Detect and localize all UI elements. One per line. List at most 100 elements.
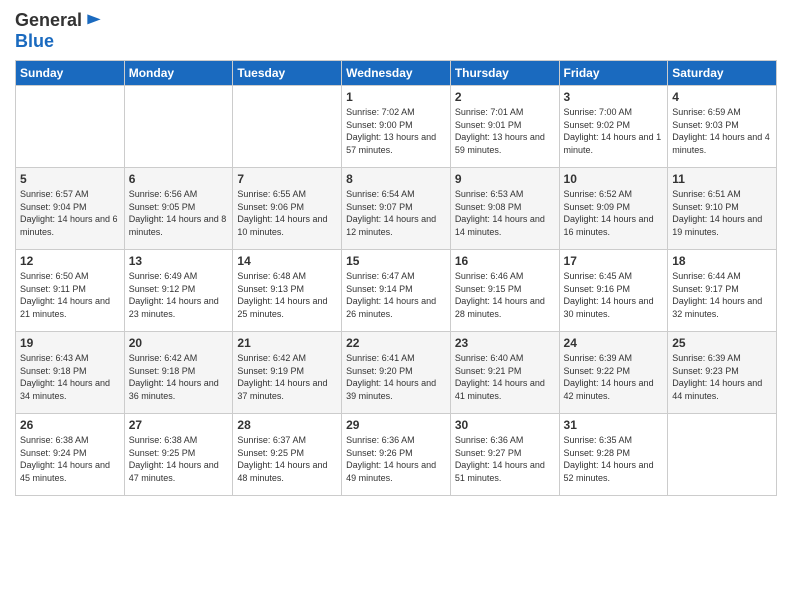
day-number: 3 bbox=[564, 90, 664, 104]
day-number: 29 bbox=[346, 418, 446, 432]
calendar-cell bbox=[16, 86, 125, 168]
header: General Blue bbox=[15, 10, 777, 52]
week-row-2: 5Sunrise: 6:57 AMSunset: 9:04 PMDaylight… bbox=[16, 168, 777, 250]
day-number: 5 bbox=[20, 172, 120, 186]
calendar-cell: 2Sunrise: 7:01 AMSunset: 9:01 PMDaylight… bbox=[450, 86, 559, 168]
day-info: Sunrise: 7:02 AMSunset: 9:00 PMDaylight:… bbox=[346, 106, 446, 156]
calendar-cell: 25Sunrise: 6:39 AMSunset: 9:23 PMDayligh… bbox=[668, 332, 777, 414]
day-info: Sunrise: 6:35 AMSunset: 9:28 PMDaylight:… bbox=[564, 434, 664, 484]
day-info: Sunrise: 6:42 AMSunset: 9:18 PMDaylight:… bbox=[129, 352, 229, 402]
day-info: Sunrise: 6:52 AMSunset: 9:09 PMDaylight:… bbox=[564, 188, 664, 238]
day-info: Sunrise: 6:55 AMSunset: 9:06 PMDaylight:… bbox=[237, 188, 337, 238]
day-number: 18 bbox=[672, 254, 772, 268]
day-info: Sunrise: 6:36 AMSunset: 9:26 PMDaylight:… bbox=[346, 434, 446, 484]
calendar-cell: 22 Sunrise: 6:41 AMSunset: 9:20 PMDayligh… bbox=[342, 332, 451, 414]
day-number: 13 bbox=[129, 254, 229, 268]
page: General Blue SundayMondayTuesdayWednesda… bbox=[0, 0, 792, 612]
day-number: 15 bbox=[346, 254, 446, 268]
calendar-cell: 14 Sunrise: 6:48 AMSunset: 9:13 PMDayligh… bbox=[233, 250, 342, 332]
calendar-cell bbox=[233, 86, 342, 168]
calendar-cell: 4 Sunrise: 6:59 AMSunset: 9:03 PMDaylight… bbox=[668, 86, 777, 168]
weekday-header-monday: Monday bbox=[124, 61, 233, 86]
calendar-cell: 3 Sunrise: 7:00 AMSunset: 9:02 PMDaylight… bbox=[559, 86, 668, 168]
day-number: 23 bbox=[455, 336, 555, 350]
day-info: Sunrise: 6:54 AMSunset: 9:07 PMDaylight:… bbox=[346, 188, 446, 238]
day-number: 19 bbox=[20, 336, 120, 350]
day-number: 31 bbox=[564, 418, 664, 432]
logo: General Blue bbox=[15, 10, 104, 52]
calendar-cell: 13 Sunrise: 6:49 AMSunset: 9:12 PMDayligh… bbox=[124, 250, 233, 332]
day-number: 21 bbox=[237, 336, 337, 350]
day-info: Sunrise: 6:37 AMSunset: 9:25 PMDaylight:… bbox=[237, 434, 337, 484]
week-row-1: 1 Sunrise: 7:02 AMSunset: 9:00 PMDaylight… bbox=[16, 86, 777, 168]
day-info: Sunrise: 6:43 AMSunset: 9:18 PMDaylight:… bbox=[20, 352, 120, 402]
calendar-table: SundayMondayTuesdayWednesdayThursdayFrid… bbox=[15, 60, 777, 496]
day-number: 24 bbox=[564, 336, 664, 350]
day-number: 10 bbox=[564, 172, 664, 186]
day-number: 1 bbox=[346, 90, 446, 104]
day-info: Sunrise: 6:56 AMSunset: 9:05 PMDaylight:… bbox=[129, 188, 229, 238]
calendar-cell: 28 Sunrise: 6:37 AMSunset: 9:25 PMDayligh… bbox=[233, 414, 342, 496]
calendar-cell: 30 Sunrise: 6:36 AMSunset: 9:27 PMDayligh… bbox=[450, 414, 559, 496]
day-info: Sunrise: 6:39 AMSunset: 9:22 PMDaylight:… bbox=[564, 352, 664, 402]
calendar-cell: 8 Sunrise: 6:54 AMSunset: 9:07 PMDaylight… bbox=[342, 168, 451, 250]
week-row-5: 26 Sunrise: 6:38 AMSunset: 9:24 PMDayligh… bbox=[16, 414, 777, 496]
calendar-cell: 29 Sunrise: 6:36 AMSunset: 9:26 PMDayligh… bbox=[342, 414, 451, 496]
calendar-cell: 15Sunrise: 6:47 AMSunset: 9:14 PMDayligh… bbox=[342, 250, 451, 332]
calendar-cell: 6 Sunrise: 6:56 AMSunset: 9:05 PMDaylight… bbox=[124, 168, 233, 250]
calendar-cell: 31 Sunrise: 6:35 AMSunset: 9:28 PMDayligh… bbox=[559, 414, 668, 496]
day-info: Sunrise: 6:48 AMSunset: 9:13 PMDaylight:… bbox=[237, 270, 337, 320]
day-info: Sunrise: 7:00 AMSunset: 9:02 PMDaylight:… bbox=[564, 106, 664, 156]
calendar-cell bbox=[668, 414, 777, 496]
calendar-cell: 18Sunrise: 6:44 AMSunset: 9:17 PMDayligh… bbox=[668, 250, 777, 332]
calendar-cell: 12 Sunrise: 6:50 AMSunset: 9:11 PMDayligh… bbox=[16, 250, 125, 332]
day-info: Sunrise: 6:36 AMSunset: 9:27 PMDaylight:… bbox=[455, 434, 555, 484]
weekday-header-sunday: Sunday bbox=[16, 61, 125, 86]
calendar-cell: 27 Sunrise: 6:38 AMSunset: 9:25 PMDayligh… bbox=[124, 414, 233, 496]
day-number: 30 bbox=[455, 418, 555, 432]
day-number: 20 bbox=[129, 336, 229, 350]
weekday-header-friday: Friday bbox=[559, 61, 668, 86]
day-number: 6 bbox=[129, 172, 229, 186]
logo-flag-icon bbox=[84, 11, 104, 31]
day-info: Sunrise: 6:50 AMSunset: 9:11 PMDaylight:… bbox=[20, 270, 120, 320]
day-info: Sunrise: 6:38 AMSunset: 9:25 PMDaylight:… bbox=[129, 434, 229, 484]
calendar-cell: 20 Sunrise: 6:42 AMSunset: 9:18 PMDayligh… bbox=[124, 332, 233, 414]
day-number: 7 bbox=[237, 172, 337, 186]
day-number: 4 bbox=[672, 90, 772, 104]
day-info: Sunrise: 6:39 AMSunset: 9:23 PMDaylight:… bbox=[672, 352, 772, 402]
day-info: Sunrise: 6:51 AMSunset: 9:10 PMDaylight:… bbox=[672, 188, 772, 238]
day-number: 14 bbox=[237, 254, 337, 268]
day-info: Sunrise: 6:53 AMSunset: 9:08 PMDaylight:… bbox=[455, 188, 555, 238]
calendar-cell: 21 Sunrise: 6:42 AMSunset: 9:19 PMDayligh… bbox=[233, 332, 342, 414]
calendar-cell: 24 Sunrise: 6:39 AMSunset: 9:22 PMDayligh… bbox=[559, 332, 668, 414]
day-number: 9 bbox=[455, 172, 555, 186]
weekday-header-wednesday: Wednesday bbox=[342, 61, 451, 86]
logo-general-text: General bbox=[15, 10, 82, 31]
calendar-cell: 23Sunrise: 6:40 AMSunset: 9:21 PMDayligh… bbox=[450, 332, 559, 414]
day-info: Sunrise: 6:42 AMSunset: 9:19 PMDaylight:… bbox=[237, 352, 337, 402]
calendar-cell: 1 Sunrise: 7:02 AMSunset: 9:00 PMDaylight… bbox=[342, 86, 451, 168]
day-number: 16 bbox=[455, 254, 555, 268]
day-number: 22 bbox=[346, 336, 446, 350]
day-number: 12 bbox=[20, 254, 120, 268]
calendar-cell: 16 Sunrise: 6:46 AMSunset: 9:15 PMDayligh… bbox=[450, 250, 559, 332]
day-info: Sunrise: 6:45 AMSunset: 9:16 PMDaylight:… bbox=[564, 270, 664, 320]
day-info: Sunrise: 6:38 AMSunset: 9:24 PMDaylight:… bbox=[20, 434, 120, 484]
day-info: Sunrise: 6:49 AMSunset: 9:12 PMDaylight:… bbox=[129, 270, 229, 320]
day-number: 26 bbox=[20, 418, 120, 432]
calendar-cell: 17Sunrise: 6:45 AMSunset: 9:16 PMDayligh… bbox=[559, 250, 668, 332]
calendar-cell: 7 Sunrise: 6:55 AMSunset: 9:06 PMDaylight… bbox=[233, 168, 342, 250]
day-number: 28 bbox=[237, 418, 337, 432]
day-info: Sunrise: 7:01 AMSunset: 9:01 PMDaylight:… bbox=[455, 106, 555, 156]
calendar-cell: 10 Sunrise: 6:52 AMSunset: 9:09 PMDayligh… bbox=[559, 168, 668, 250]
day-info: Sunrise: 6:41 AMSunset: 9:20 PMDaylight:… bbox=[346, 352, 446, 402]
weekday-header-row: SundayMondayTuesdayWednesdayThursdayFrid… bbox=[16, 61, 777, 86]
day-info: Sunrise: 6:59 AMSunset: 9:03 PMDaylight:… bbox=[672, 106, 772, 156]
day-number: 27 bbox=[129, 418, 229, 432]
logo-blue-text: Blue bbox=[15, 31, 54, 51]
calendar-cell: 26 Sunrise: 6:38 AMSunset: 9:24 PMDayligh… bbox=[16, 414, 125, 496]
day-number: 8 bbox=[346, 172, 446, 186]
day-info: Sunrise: 6:46 AMSunset: 9:15 PMDaylight:… bbox=[455, 270, 555, 320]
weekday-header-thursday: Thursday bbox=[450, 61, 559, 86]
